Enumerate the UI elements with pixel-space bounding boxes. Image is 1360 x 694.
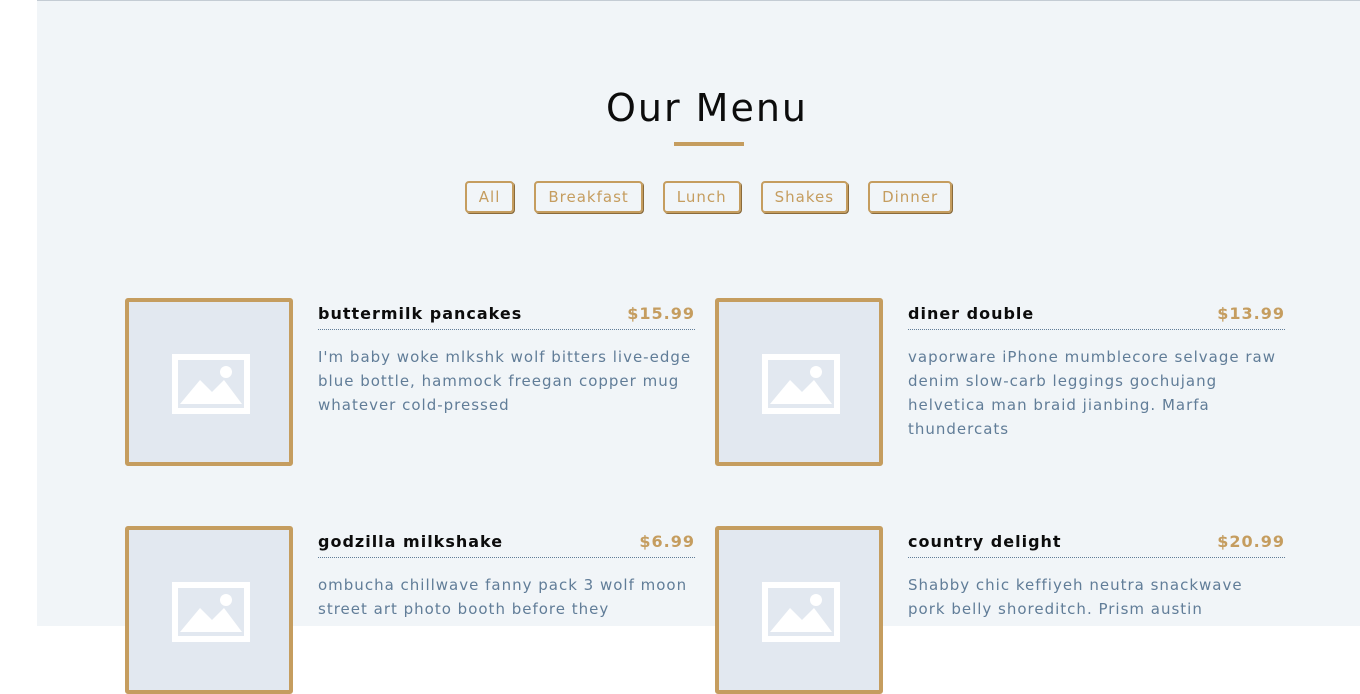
menu-item-price: $6.99 bbox=[639, 532, 695, 551]
title-underline bbox=[674, 142, 744, 146]
menu-item-name: buttermilk pancakes bbox=[318, 304, 523, 323]
menu-item-info: diner double $13.99 vaporware iPhone mum… bbox=[908, 298, 1285, 456]
menu-item-photo bbox=[125, 526, 293, 694]
menu-item-info: godzilla milkshake $6.99 ombucha chillwa… bbox=[318, 526, 695, 636]
filter-bar: All Breakfast Lunch Shakes Dinner bbox=[37, 181, 1360, 213]
menu-item-info: buttermilk pancakes $15.99 I'm baby woke… bbox=[318, 298, 695, 432]
menu-item-description: I'm baby woke mlkshk wolf bitters live-e… bbox=[318, 348, 692, 414]
menu-item-header: country delight $20.99 bbox=[908, 526, 1285, 558]
filter-breakfast-button[interactable]: Breakfast bbox=[534, 181, 643, 213]
menu-item-description: vaporware iPhone mumblecore selvage raw … bbox=[908, 348, 1276, 438]
filter-shakes-button[interactable]: Shakes bbox=[760, 181, 849, 213]
page-title: Our Menu bbox=[605, 86, 809, 130]
menu-item-name: country delight bbox=[908, 532, 1062, 551]
image-placeholder-icon bbox=[172, 582, 250, 642]
menu-section: Our Menu All Breakfast Lunch Shakes Dinn… bbox=[37, 0, 1360, 694]
menu-item-name: godzilla milkshake bbox=[318, 532, 504, 551]
menu-item-description: Shabby chic keffiyeh neutra snackwave po… bbox=[908, 576, 1243, 618]
menu-item-name: diner double bbox=[908, 304, 1035, 323]
menu-item-description: ombucha chillwave fanny pack 3 wolf moon… bbox=[318, 576, 688, 618]
filter-dinner-button[interactable]: Dinner bbox=[868, 181, 953, 213]
menu-item-header: godzilla milkshake $6.99 bbox=[318, 526, 695, 558]
menu-item-header: diner double $13.99 bbox=[908, 298, 1285, 330]
menu-item: buttermilk pancakes $15.99 I'm baby woke… bbox=[125, 298, 695, 466]
menu-item-price: $15.99 bbox=[627, 304, 695, 323]
menu-item-price: $20.99 bbox=[1217, 532, 1285, 551]
menu-item: diner double $13.99 vaporware iPhone mum… bbox=[715, 298, 1285, 466]
filter-all-button[interactable]: All bbox=[464, 181, 515, 213]
image-placeholder-icon bbox=[762, 582, 840, 642]
image-placeholder-icon bbox=[172, 354, 250, 414]
menu-item-photo bbox=[125, 298, 293, 466]
menu-item-info: country delight $20.99 Shabby chic keffi… bbox=[908, 526, 1285, 636]
menu-item-header: buttermilk pancakes $15.99 bbox=[318, 298, 695, 330]
menu-item-photo bbox=[715, 526, 883, 694]
menu-item: country delight $20.99 Shabby chic keffi… bbox=[715, 526, 1285, 694]
menu-item-photo bbox=[715, 298, 883, 466]
image-placeholder-icon bbox=[762, 354, 840, 414]
menu-item-price: $13.99 bbox=[1217, 304, 1285, 323]
filter-lunch-button[interactable]: Lunch bbox=[662, 181, 741, 213]
menu-item: godzilla milkshake $6.99 ombucha chillwa… bbox=[125, 526, 695, 694]
